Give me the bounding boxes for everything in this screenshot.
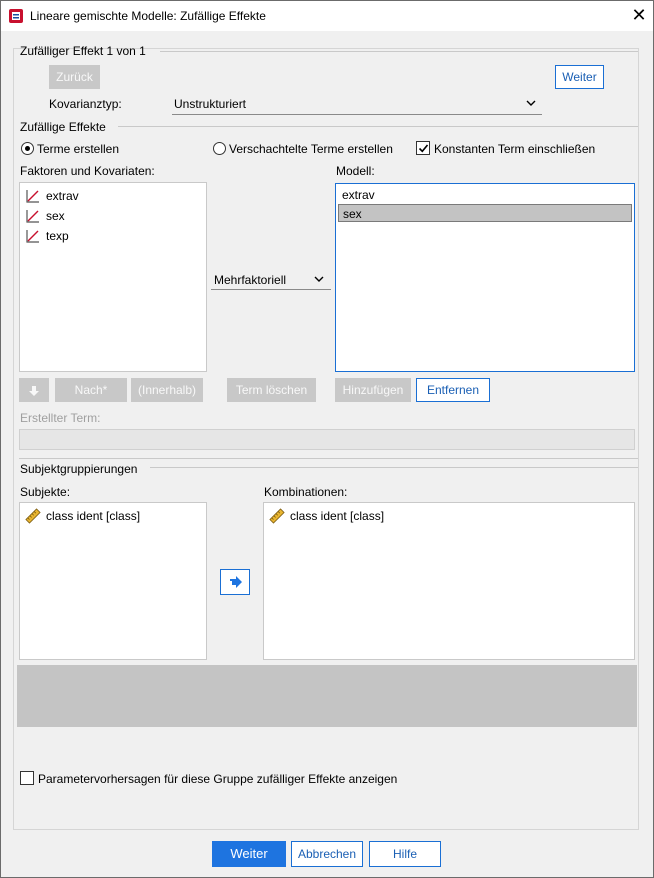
- within-button[interactable]: (Innerhalb): [131, 378, 203, 402]
- list-item-selected[interactable]: sex: [338, 204, 632, 222]
- continue-button[interactable]: Weiter: [212, 841, 286, 867]
- combination-item-label: class ident [class]: [290, 509, 385, 523]
- model-label: Modell:: [336, 164, 375, 178]
- move-right-button[interactable]: [220, 569, 250, 595]
- move-down-button[interactable]: [19, 378, 49, 402]
- cancel-button[interactable]: Abbrechen: [291, 841, 363, 867]
- random-effects-divider: [118, 126, 638, 127]
- chevron-down-icon: [526, 100, 536, 106]
- built-term-field[interactable]: [19, 429, 635, 450]
- scale-measure-icon: [26, 190, 39, 203]
- subjects-label: Subjekte:: [20, 485, 71, 499]
- spss-app-icon: [9, 9, 23, 23]
- list-item[interactable]: class ident [class]: [266, 507, 630, 525]
- back-button[interactable]: Zurück: [49, 65, 100, 89]
- combinations-list[interactable]: class ident [class]: [263, 502, 635, 660]
- model-item-label: extrav: [342, 188, 375, 202]
- predictions-checkbox[interactable]: [20, 771, 34, 785]
- combinations-label: Kombinationen:: [264, 485, 348, 499]
- subject-groupings-divider: [150, 467, 638, 468]
- factor-label: extrav: [46, 189, 79, 203]
- remove-button[interactable]: Entfernen: [416, 378, 490, 402]
- window-title: Lineare gemischte Modelle: Zufällige Eff…: [30, 9, 266, 23]
- arrow-down-icon: [29, 385, 39, 396]
- scale-measure-icon: [26, 210, 39, 223]
- factors-covariates-label: Faktoren und Kovariaten:: [20, 164, 155, 178]
- radio-selected-dot: [25, 146, 30, 151]
- help-button[interactable]: Hilfe: [369, 841, 441, 867]
- covariance-type-label: Kovarianztyp:: [49, 97, 122, 111]
- chevron-down-icon: [314, 276, 324, 282]
- check-icon: [418, 144, 429, 153]
- list-item[interactable]: texp: [22, 227, 202, 245]
- arrow-right-icon: [230, 576, 242, 588]
- empty-panel: [17, 665, 637, 727]
- add-button[interactable]: Hinzufügen: [335, 378, 411, 402]
- subjects-list[interactable]: class ident [class]: [19, 502, 207, 660]
- nested-terms-radio[interactable]: [213, 142, 226, 155]
- subject-item-label: class ident [class]: [46, 509, 141, 523]
- nested-terms-label: Verschachtelte Terme erstellen: [229, 142, 393, 156]
- model-list[interactable]: extrav sex: [335, 183, 635, 372]
- model-item-label: sex: [343, 207, 362, 221]
- ruler-icon: [25, 508, 41, 524]
- clear-term-button[interactable]: Term löschen: [227, 378, 316, 402]
- subject-divider-top: [19, 458, 638, 459]
- close-button[interactable]: ✕: [628, 4, 650, 26]
- next-effect-button[interactable]: Weiter: [555, 65, 604, 89]
- list-item[interactable]: class ident [class]: [22, 507, 202, 525]
- build-type-select[interactable]: Mehrfaktoriell: [211, 266, 331, 290]
- factor-label: sex: [46, 209, 65, 223]
- random-effects-section-label: Zufällige Effekte: [20, 120, 106, 134]
- scale-measure-icon: [26, 230, 39, 243]
- by-button[interactable]: Nach*: [55, 378, 127, 402]
- factors-covariates-list[interactable]: extrav sex texp: [19, 182, 207, 372]
- include-intercept-label: Konstanten Term einschließen: [434, 142, 596, 156]
- include-intercept-checkbox[interactable]: [416, 141, 430, 155]
- factor-label: texp: [46, 229, 69, 243]
- list-item[interactable]: sex: [22, 207, 202, 225]
- predictions-label: Parametervorhersagen für diese Gruppe zu…: [38, 772, 398, 786]
- covariance-type-select[interactable]: Unstrukturiert: [172, 92, 542, 115]
- list-item[interactable]: extrav: [338, 186, 632, 204]
- covariance-type-value: Unstrukturiert: [174, 97, 247, 111]
- subject-groupings-label: Subjektgruppierungen: [20, 462, 138, 476]
- header-divider: [160, 51, 638, 52]
- random-effect-header: Zufälliger Effekt 1 von 1: [20, 44, 146, 58]
- build-terms-label: Terme erstellen: [37, 142, 120, 156]
- built-term-label: Erstellter Term:: [20, 411, 101, 425]
- build-type-value: Mehrfaktoriell: [214, 273, 287, 287]
- list-item[interactable]: extrav: [22, 187, 202, 205]
- ruler-icon: [269, 508, 285, 524]
- build-terms-radio[interactable]: [21, 142, 34, 155]
